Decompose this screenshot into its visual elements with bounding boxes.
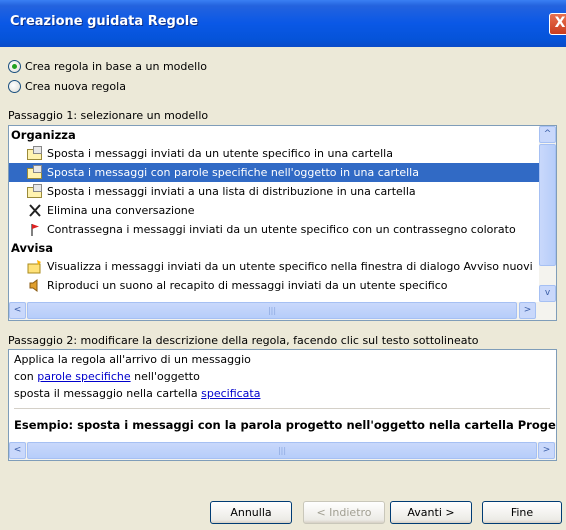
- desc-line-2-prefix: con: [14, 370, 38, 383]
- window-title: Creazione guidata Regole: [10, 14, 199, 29]
- scroll-right-button[interactable]: >: [519, 302, 536, 319]
- title-bar[interactable]: Creazione guidata Regole X: [0, 0, 566, 47]
- list-item-label: Contrassegna i messaggi inviati da un ut…: [47, 223, 516, 236]
- radio-new-label[interactable]: Crea nuova regola: [25, 80, 126, 93]
- alert-envelope-icon: [27, 259, 43, 274]
- scroll-grip-icon: |||: [267, 306, 277, 315]
- radio-unchecked-icon[interactable]: [8, 79, 21, 93]
- radio-template-rule[interactable]: Crea regola in base a un modello: [8, 58, 207, 74]
- vertical-scrollbar[interactable]: ^ v: [539, 126, 556, 302]
- finish-button[interactable]: Fine: [482, 501, 562, 524]
- radio-new-rule[interactable]: Crea nuova regola: [8, 78, 126, 94]
- move-folder-icon: [27, 165, 43, 180]
- scroll-left-button[interactable]: <: [9, 302, 26, 319]
- move-folder-icon: [27, 146, 43, 161]
- divider: [14, 408, 550, 409]
- desc-line-2: con parole specifiche nell'oggetto: [14, 370, 200, 383]
- group-header-organizza: Organizza: [11, 128, 76, 142]
- desc-horizontal-scroll-thumb[interactable]: |||: [27, 442, 537, 459]
- desc-line-3-prefix: sposta il messaggio nella cartella: [14, 387, 202, 400]
- cancel-button[interactable]: Annulla: [210, 501, 292, 524]
- list-item[interactable]: Sposta i messaggi inviati da un utente s…: [9, 144, 539, 163]
- template-listbox[interactable]: Organizza Sposta i messaggi inviati da u…: [8, 125, 557, 321]
- list-item[interactable]: Contrassegna i messaggi inviati da un ut…: [9, 220, 539, 239]
- delete-x-icon: [27, 203, 43, 218]
- list-item[interactable]: Visualizza i messaggi inviati da un uten…: [9, 257, 539, 276]
- horizontal-scroll-thumb[interactable]: |||: [27, 302, 517, 319]
- specific-words-link[interactable]: parole specifiche: [37, 370, 130, 383]
- radio-template-label[interactable]: Crea regola in base a un modello: [25, 60, 207, 73]
- desc-line-3: sposta il messaggio nella cartella speci…: [14, 387, 260, 400]
- red-flag-icon: [27, 222, 43, 237]
- list-item[interactable]: Sposta i messaggi inviati a una lista di…: [9, 182, 539, 201]
- desc-scroll-right-button[interactable]: >: [538, 442, 555, 459]
- list-item-label: Sposta i messaggi con parole specifiche …: [47, 166, 419, 179]
- list-item[interactable]: Riproduci un suono al recapito di messag…: [9, 276, 539, 295]
- list-item-label: Visualizza i messaggi inviati da un uten…: [47, 260, 533, 273]
- step1-label: Passaggio 1: selezionare un modello: [8, 109, 209, 122]
- desc-line-1: Applica la regola all'arrivo di un messa…: [14, 353, 251, 366]
- desc-scroll-left-button[interactable]: <: [9, 442, 26, 459]
- scroll-up-button[interactable]: ^: [539, 126, 556, 143]
- step2-label: Passaggio 2: modificare la descrizione d…: [8, 334, 479, 347]
- next-button[interactable]: Avanti >: [390, 501, 472, 524]
- specified-folder-link[interactable]: specificata: [201, 387, 260, 400]
- radio-checked-icon[interactable]: [8, 59, 21, 73]
- desc-horizontal-scrollbar[interactable]: < ||| >: [9, 442, 556, 460]
- group-header-avvisa: Avvisa: [11, 241, 54, 255]
- vertical-scroll-thumb[interactable]: [539, 144, 556, 266]
- desc-scroll-grip-icon: |||: [277, 446, 287, 455]
- template-list: Organizza Sposta i messaggi inviati da u…: [9, 126, 539, 302]
- list-item-label: Sposta i messaggi inviati da un utente s…: [47, 147, 393, 160]
- sound-speaker-icon: [27, 278, 43, 293]
- desc-line-2-suffix: nell'oggetto: [130, 370, 200, 383]
- list-item-selected[interactable]: Sposta i messaggi con parole specifiche …: [9, 163, 539, 182]
- list-item-label: Elimina una conversazione: [47, 204, 195, 217]
- list-item-label: Sposta i messaggi inviati a una lista di…: [47, 185, 416, 198]
- example-text: Esempio: sposta i messaggi con la parola…: [14, 418, 556, 432]
- horizontal-scrollbar[interactable]: < ||| >: [9, 302, 556, 320]
- rule-description-box: Applica la regola all'arrivo di un messa…: [8, 349, 557, 461]
- back-button[interactable]: < Indietro: [303, 501, 385, 524]
- list-item-label: Riproduci un suono al recapito di messag…: [47, 279, 448, 292]
- scroll-down-button[interactable]: v: [539, 285, 556, 302]
- move-folder-icon: [27, 184, 43, 199]
- close-button[interactable]: X: [549, 13, 566, 35]
- list-item[interactable]: Elimina una conversazione: [9, 201, 539, 220]
